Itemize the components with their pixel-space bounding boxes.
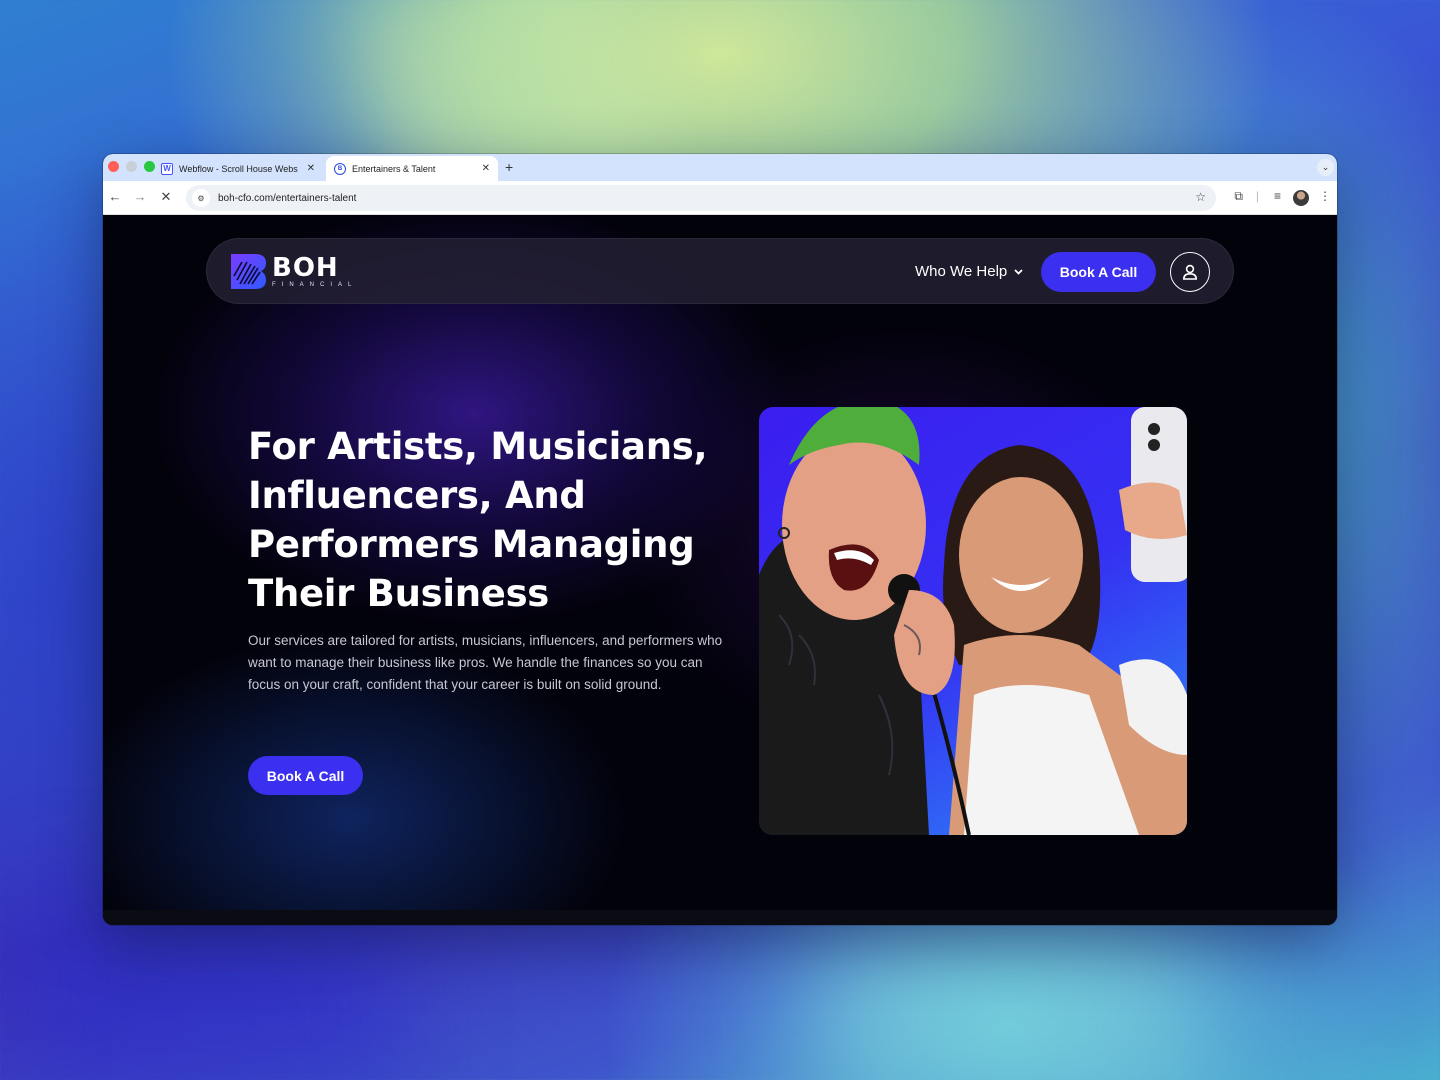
media-control-icon[interactable]: ≡ — [1274, 189, 1281, 203]
chevron-down-icon — [1014, 269, 1023, 275]
page-bottom-strip — [103, 910, 1337, 925]
logo-mark-icon — [231, 254, 266, 289]
logo-subtitle: FINANCIAL — [272, 281, 358, 288]
hero-title: For Artists, Musicians, Influencers, And… — [248, 425, 708, 615]
back-arrow-icon[interactable]: ← — [106, 189, 124, 204]
nav-menu-label: Who We Help — [915, 263, 1008, 280]
extensions-icon[interactable]: ⧉ — [1234, 189, 1243, 204]
tab-strip: W Webflow - Scroll House Webs ✕ B Entert… — [103, 154, 1337, 181]
browser-window: W Webflow - Scroll House Webs ✕ B Entert… — [103, 154, 1337, 925]
logo-wordmark: BOH — [272, 252, 339, 283]
more-menu-icon[interactable]: ⋮ — [1319, 189, 1331, 203]
stop-loading-icon[interactable]: ✕ — [157, 189, 175, 205]
hero-description: Our services are tailored for artists, m… — [248, 633, 723, 692]
close-tab-icon[interactable]: ✕ — [482, 163, 490, 174]
bookmark-star-icon[interactable]: ☆ — [1195, 190, 1206, 204]
tab-title: Webflow - Scroll House Webs — [179, 163, 298, 174]
wallpaper-light — [820, 920, 1200, 1080]
web-page: BOH FINANCIAL Who We Help Book A Call Fo… — [103, 215, 1337, 925]
wallpaper-shade — [20, 900, 400, 1080]
close-window-button[interactable] — [108, 161, 119, 172]
new-tab-button[interactable]: + — [505, 159, 513, 175]
boh-icon: B — [334, 162, 346, 175]
account-button[interactable] — [1170, 252, 1210, 292]
webflow-icon: W — [161, 162, 173, 175]
tab-search-button[interactable]: ⌄ — [1317, 159, 1334, 176]
url-text[interactable]: boh-cfo.com/entertainers-talent — [218, 193, 356, 204]
hero-photo-illustration — [759, 407, 1187, 835]
minimize-window-button[interactable] — [126, 161, 137, 172]
tab-title: Entertainers & Talent — [352, 163, 436, 174]
profile-avatar[interactable] — [1293, 190, 1309, 206]
browser-toolbar: ← → ✕ ⚙ boh-cfo.com/entertainers-talent … — [103, 181, 1337, 215]
window-controls — [108, 161, 155, 172]
close-tab-icon[interactable]: ✕ — [307, 163, 315, 174]
toolbar-divider: | — [1255, 189, 1259, 203]
who-we-help-dropdown[interactable]: Who We Help — [915, 263, 1024, 280]
tab-entertainers[interactable]: B Entertainers & Talent ✕ — [326, 156, 498, 181]
user-icon — [1182, 264, 1198, 280]
tab-webflow[interactable]: W Webflow - Scroll House Webs ✕ — [153, 156, 323, 181]
site-info-icon[interactable]: ⚙ — [192, 189, 210, 207]
boh-logo[interactable]: BOH FINANCIAL — [231, 254, 357, 289]
nav-book-call-button[interactable]: Book A Call — [1041, 252, 1156, 292]
hero-photo — [759, 407, 1187, 835]
forward-arrow-icon[interactable]: → — [131, 189, 149, 204]
site-navbar: BOH FINANCIAL Who We Help Book A Call — [206, 238, 1234, 304]
address-bar[interactable]: ⚙ boh-cfo.com/entertainers-talent ☆ — [186, 185, 1216, 211]
hero-book-call-button[interactable]: Book A Call — [248, 756, 363, 795]
